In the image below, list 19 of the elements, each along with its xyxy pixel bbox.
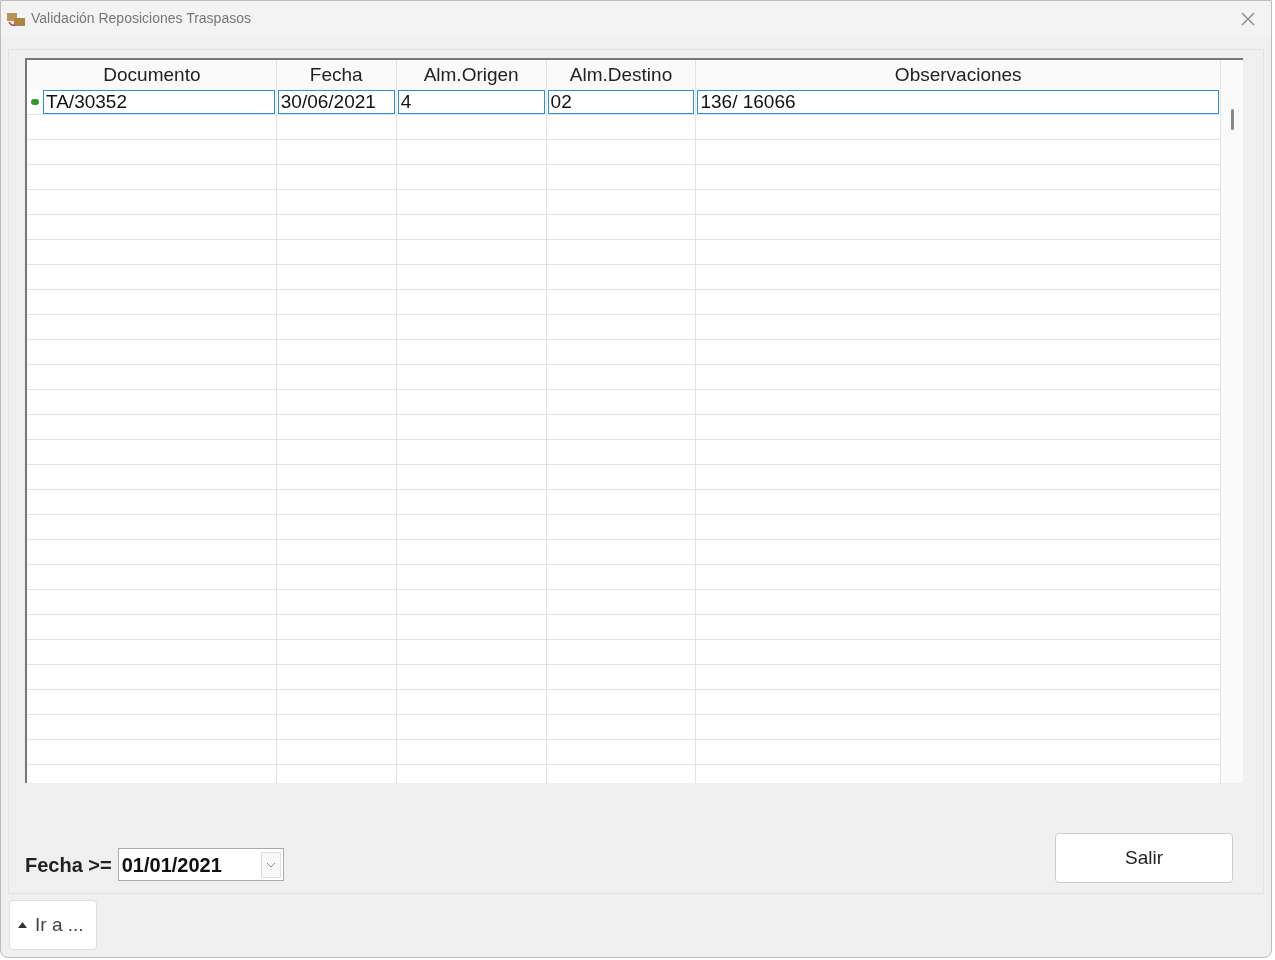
- exit-button[interactable]: Salir: [1055, 833, 1233, 883]
- current-row-icon: [31, 99, 39, 105]
- column-header[interactable]: Observaciones: [696, 60, 1221, 90]
- window-title: Validación Reposiciones Traspasos: [31, 9, 251, 28]
- scrollbar-thumb[interactable]: [1230, 109, 1234, 130]
- filter-label: Fecha >=: [25, 852, 112, 878]
- goto-button[interactable]: Ir a ...: [9, 900, 97, 950]
- close-icon[interactable]: [1241, 11, 1255, 26]
- table-cell[interactable]: 30/06/2021: [277, 90, 395, 114]
- date-field[interactable]: 01/01/2021: [117, 848, 284, 881]
- table-cell[interactable]: 136/ 16066: [697, 90, 1219, 114]
- column-header[interactable]: Documento: [28, 60, 277, 90]
- table-cell[interactable]: 02: [547, 90, 695, 114]
- column-header[interactable]: Fecha: [276, 60, 397, 90]
- table-cell[interactable]: 4: [397, 90, 545, 114]
- column-header[interactable]: Alm.Origen: [396, 60, 547, 90]
- column-header[interactable]: Alm.Destino: [546, 60, 697, 90]
- table-cell[interactable]: TA/30352: [43, 90, 275, 114]
- triangle-up-icon: [18, 922, 27, 928]
